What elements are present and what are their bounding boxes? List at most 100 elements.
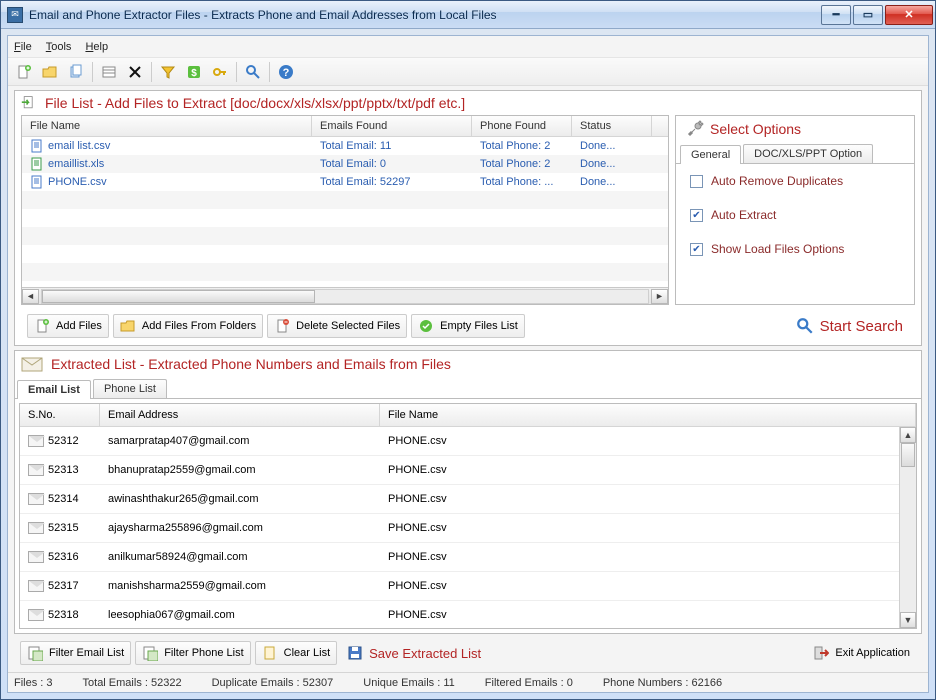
svg-text:$: $	[191, 68, 197, 79]
tb-add-folder[interactable]	[40, 62, 60, 82]
checkbox-icon[interactable]: ✔	[690, 243, 703, 256]
mail-icon	[28, 522, 44, 534]
minimize-button[interactable]: ━	[821, 5, 851, 25]
mail-icon	[28, 551, 44, 563]
tb-add-file[interactable]	[14, 62, 34, 82]
close-button[interactable]: ✕	[885, 5, 933, 25]
menu-help[interactable]: Help	[85, 41, 108, 53]
status-unique: Unique Emails : 11	[363, 677, 455, 689]
tb-copy[interactable]	[66, 62, 86, 82]
file-grid-body[interactable]: email list.csvTotal Email: 11Total Phone…	[22, 137, 668, 287]
scroll-thumb[interactable]	[901, 443, 915, 467]
col-emails[interactable]: Emails Found	[312, 116, 472, 136]
menu-tools[interactable]: Tools	[46, 41, 72, 53]
svg-text:?: ?	[283, 67, 290, 79]
titlebar: ✉ Email and Phone Extractor Files - Extr…	[1, 1, 935, 29]
app-body: File Tools Help $ ? File List - Add F	[7, 35, 929, 693]
menu-file[interactable]: File	[14, 41, 32, 53]
options-tabs: General DOC/XLS/PPT Option	[676, 144, 914, 164]
extracted-row[interactable]: 52314awinashthakur265@gmail.comPHONE.csv	[20, 485, 916, 514]
separator	[269, 62, 270, 82]
exit-button[interactable]: Exit Application	[807, 642, 916, 664]
opt-show-load[interactable]: ✔Show Load Files Options	[690, 242, 900, 256]
clear-list-button[interactable]: Clear List	[255, 641, 337, 665]
extracted-row[interactable]: 52315ajaysharma255896@gmail.comPHONE.csv	[20, 514, 916, 543]
file-row[interactable]: emaillist.xlsTotal Email: 0Total Phone: …	[22, 155, 668, 173]
extracted-section: Extracted List - Extracted Phone Numbers…	[14, 350, 922, 634]
extracted-row[interactable]: 52312samarpratap407@gmail.comPHONE.csv	[20, 427, 916, 456]
tb-key[interactable]	[210, 62, 230, 82]
opt-remove-dup[interactable]: Auto Remove Duplicates	[690, 174, 900, 188]
menubar: File Tools Help	[8, 36, 928, 58]
tools-icon	[686, 120, 704, 138]
extracted-header: Extracted List - Extracted Phone Numbers…	[15, 351, 921, 377]
file-row[interactable]: PHONE.csvTotal Email: 52297Total Phone: …	[22, 173, 668, 191]
maximize-button[interactable]: ▭	[853, 5, 883, 25]
separator	[92, 62, 93, 82]
mail-icon	[28, 464, 44, 476]
tb-search[interactable]	[243, 62, 263, 82]
scroll-down-button[interactable]: ▼	[900, 612, 916, 628]
col-status[interactable]: Status	[572, 116, 652, 136]
app-icon: ✉	[7, 7, 23, 23]
tb-filter[interactable]	[158, 62, 178, 82]
col-sno[interactable]: S.No.	[20, 404, 100, 426]
tab-email-list[interactable]: Email List	[17, 380, 91, 399]
window-title: Email and Phone Extractor Files - Extrac…	[29, 8, 819, 22]
filter-phone-button[interactable]: Filter Phone List	[135, 641, 250, 665]
file-list-section: File List - Add Files to Extract [doc/do…	[14, 90, 922, 346]
start-search-button[interactable]: Start Search	[790, 314, 909, 338]
search-icon	[796, 317, 814, 335]
extracted-row[interactable]: 52313bhanupratap2559@gmail.comPHONE.csv	[20, 456, 916, 485]
opt-auto-extract[interactable]: ✔Auto Extract	[690, 208, 900, 222]
scroll-thumb[interactable]	[42, 290, 315, 303]
col-phones[interactable]: Phone Found	[472, 116, 572, 136]
status-dup: Duplicate Emails : 52307	[212, 677, 334, 689]
scroll-left-button[interactable]: ◄	[22, 289, 39, 304]
tab-phone-list[interactable]: Phone List	[93, 379, 167, 398]
empty-list-button[interactable]: Empty Files List	[411, 314, 525, 338]
extracted-row[interactable]: 52318leesophia067@gmail.comPHONE.csv	[20, 601, 916, 628]
col-filename[interactable]: File Name	[380, 404, 916, 426]
bottom-actions-bar: Filter Email List Filter Phone List Clea…	[14, 638, 922, 668]
file-grid-hscroll[interactable]: ◄ ►	[22, 287, 668, 304]
scroll-up-button[interactable]: ▲	[900, 427, 916, 443]
tb-dollar[interactable]: $	[184, 62, 204, 82]
tab-general[interactable]: General	[680, 145, 741, 164]
separator	[151, 62, 152, 82]
window-buttons: ━ ▭ ✕	[819, 5, 933, 25]
scroll-right-button[interactable]: ►	[651, 289, 668, 304]
checkbox-icon[interactable]: ✔	[690, 209, 703, 222]
tb-list[interactable]	[99, 62, 119, 82]
options-panel: Select Options General DOC/XLS/PPT Optio…	[675, 115, 915, 305]
scroll-track[interactable]	[41, 289, 649, 304]
extracted-grid-body[interactable]: 52312samarpratap407@gmail.comPHONE.csv52…	[20, 427, 916, 628]
col-filename[interactable]: File Name	[22, 116, 312, 136]
options-header: Select Options	[676, 116, 914, 142]
extracted-row[interactable]: 52316anilkumar58924@gmail.comPHONE.csv	[20, 543, 916, 572]
file-row[interactable]: email list.csvTotal Email: 11Total Phone…	[22, 137, 668, 155]
col-email[interactable]: Email Address	[100, 404, 380, 426]
file-grid: File Name Emails Found Phone Found Statu…	[21, 115, 669, 305]
scroll-track[interactable]	[900, 443, 916, 612]
add-files-button[interactable]: Add Files	[27, 314, 109, 338]
add-folder-button[interactable]: Add Files From Folders	[113, 314, 263, 338]
file-arrow-icon	[21, 95, 37, 111]
extracted-grid: S.No. Email Address File Name 52312samar…	[19, 403, 917, 629]
extracted-title: Extracted List - Extracted Phone Numbers…	[51, 356, 451, 372]
checkbox-icon[interactable]	[690, 175, 703, 188]
tb-delete[interactable]	[125, 62, 145, 82]
filter-email-button[interactable]: Filter Email List	[20, 641, 131, 665]
status-total: Total Emails : 52322	[83, 677, 182, 689]
envelope-icon	[21, 355, 43, 373]
vscrollbar[interactable]: ▲ ▼	[899, 427, 916, 628]
tb-help[interactable]: ?	[276, 62, 296, 82]
delete-files-button[interactable]: Delete Selected Files	[267, 314, 407, 338]
mail-icon	[28, 435, 44, 447]
status-files: Files : 3	[14, 677, 53, 689]
status-bar: Files : 3 Total Emails : 52322 Duplicate…	[8, 672, 928, 692]
tab-doc-xls-ppt[interactable]: DOC/XLS/PPT Option	[743, 144, 873, 163]
save-list-button[interactable]: Save Extracted List	[341, 642, 487, 664]
extracted-row[interactable]: 52317manishsharma2559@gmail.comPHONE.csv	[20, 572, 916, 601]
status-filtered: Filtered Emails : 0	[485, 677, 573, 689]
